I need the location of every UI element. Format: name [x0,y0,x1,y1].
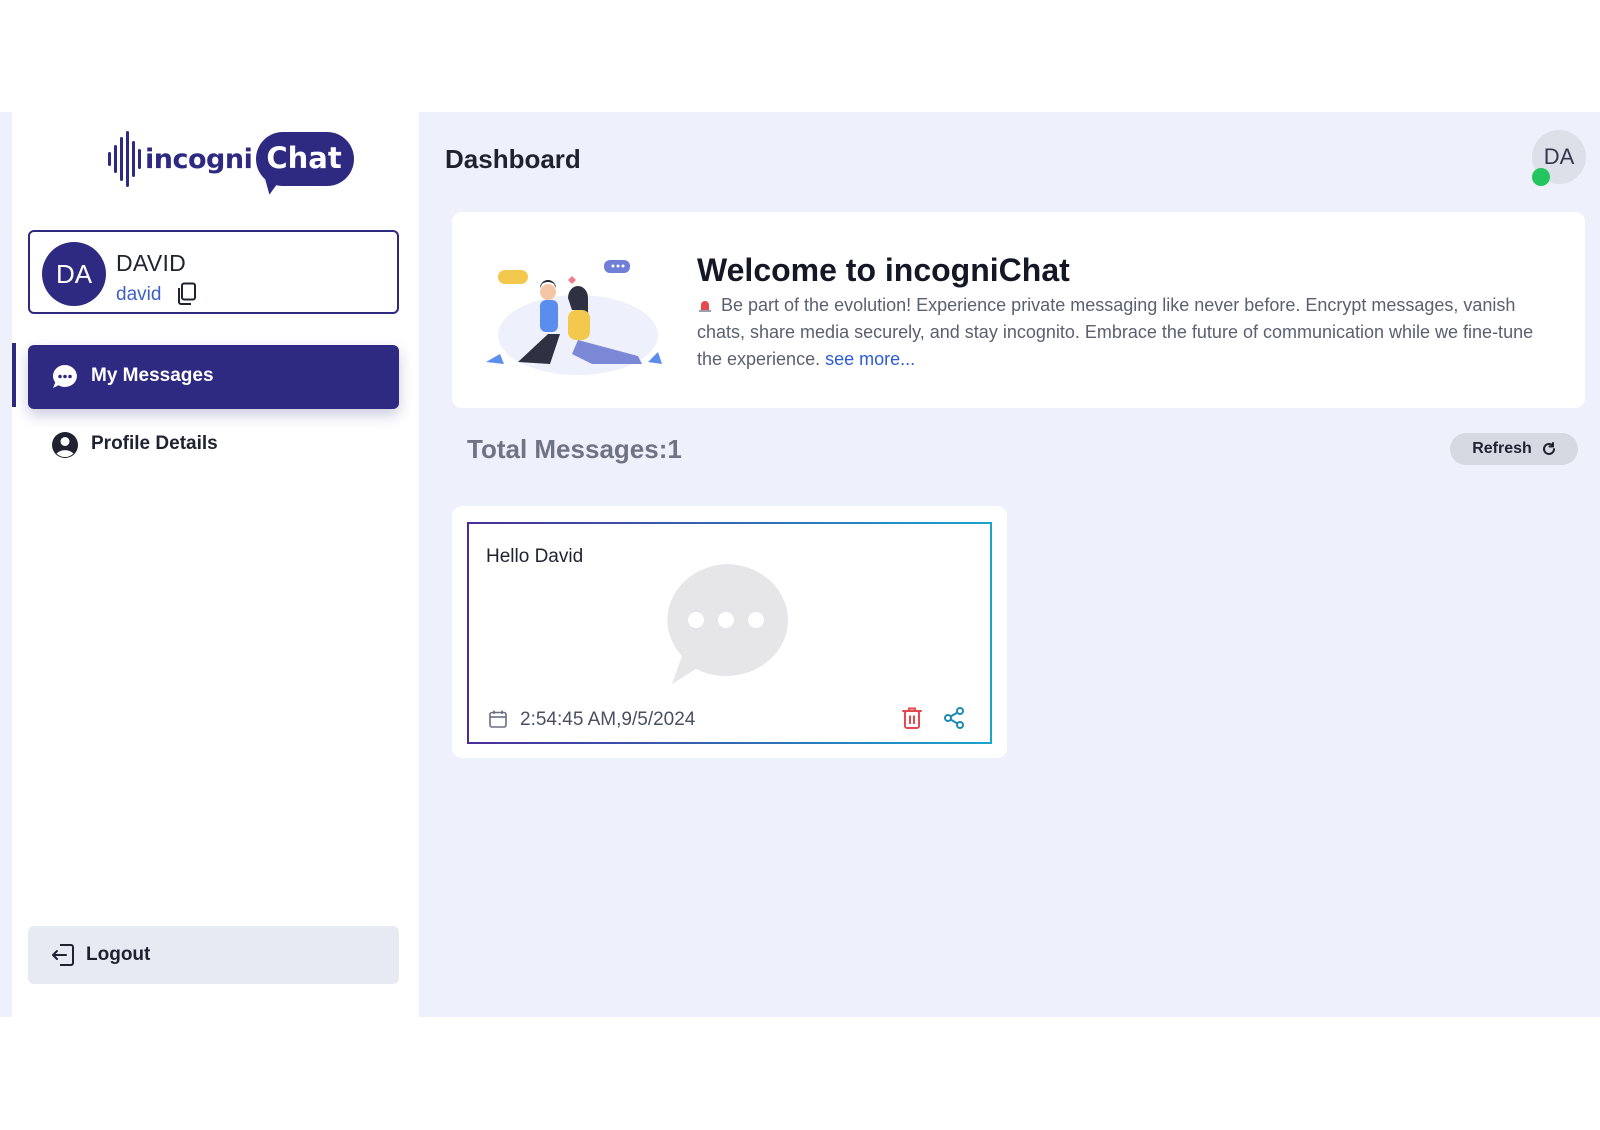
see-more-link[interactable]: see more... [825,349,915,369]
welcome-body-text: Be part of the evolution! Experience pri… [697,295,1534,369]
chat-bubble-watermark-icon [667,564,789,684]
copy-icon[interactable] [176,282,198,306]
refresh-icon [1542,442,1555,455]
sidebar: incogni Chat DA DAVID david My Messages [12,112,419,1017]
logout-icon [52,944,74,966]
share-icon[interactable] [943,707,965,729]
brand-name-part1: incogni [145,143,253,175]
message-card-wrapper: Hello David 2:54:45 AM,9/5/2024 [452,506,1007,758]
page-title: Dashboard [445,144,581,174]
message-card[interactable]: Hello David 2:54:45 AM,9/5/2024 [467,522,992,744]
brand-name-part2: Chat [256,132,354,186]
sidebar-item-profile-details[interactable]: Profile Details [28,417,399,473]
welcome-card: Welcome to incogniChat Be part of the ev… [452,212,1585,408]
app-shell: incogni Chat DA DAVID david My Messages [0,112,1600,1017]
total-messages-count: Total Messages:1 [467,434,682,464]
siren-icon [699,301,711,312]
online-status-dot [1532,168,1550,186]
refresh-label: Refresh [1472,440,1532,457]
refresh-button[interactable]: Refresh [1450,433,1578,465]
logout-label: Logout [86,944,151,965]
user-display-name: DAVID [116,250,187,276]
avatar: DA [42,242,106,306]
sidebar-item-label: Profile Details [91,433,218,454]
chat-bubble-icon [52,365,77,388]
message-text: Hello David [486,546,584,567]
left-edge [0,112,12,1017]
brand-logo[interactable]: incogni Chat [108,126,354,192]
logout-button[interactable]: Logout [28,926,399,984]
user-handle: david [116,284,162,305]
user-circle-icon [52,432,78,458]
message-timestamp: 2:54:45 AM,9/5/2024 [520,709,696,730]
sidebar-item-label: My Messages [91,365,214,386]
welcome-title: Welcome to incogniChat [697,252,1070,288]
calendar-icon [489,710,507,728]
user-card: DA DAVID david [28,230,399,314]
soundwave-icon [108,131,141,187]
welcome-body: Be part of the evolution! Experience pri… [697,292,1557,373]
trash-icon[interactable] [901,706,923,730]
main-content: Dashboard DA Welcome to incogniChat Be p… [419,112,1600,1017]
couple-chatting-illustration [486,260,662,375]
sidebar-item-my-messages[interactable]: My Messages [28,345,399,409]
active-nav-indicator [12,343,16,407]
